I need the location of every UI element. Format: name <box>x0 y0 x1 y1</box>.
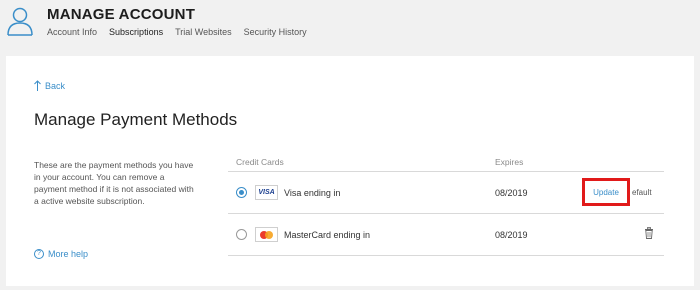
col-header-credit-cards: Credit Cards <box>236 157 284 167</box>
visa-icon: VISA <box>255 185 278 200</box>
question-circle-icon: ? <box>34 249 44 259</box>
table-row: VISA Visa ending in 08/2019 Update efaul… <box>228 172 664 214</box>
account-header: MANAGE ACCOUNT Account Info Subscription… <box>0 0 700 42</box>
table-header: Credit Cards Expires <box>228 152 664 172</box>
user-avatar-icon <box>7 7 33 36</box>
card-expires: 08/2019 <box>495 230 528 240</box>
trash-icon[interactable] <box>644 227 654 239</box>
description-text: These are the payment methods you have i… <box>34 160 194 206</box>
more-help-link[interactable]: ? More help <box>34 249 88 259</box>
back-label: Back <box>45 80 66 91</box>
mastercard-icon <box>255 227 278 242</box>
tab-trial-websites[interactable]: Trial Websites <box>175 27 232 37</box>
update-button[interactable]: Update <box>582 178 630 206</box>
default-label: efault <box>632 188 652 197</box>
page-title: Manage Payment Methods <box>34 110 238 129</box>
tab-security-history[interactable]: Security History <box>244 27 307 37</box>
visa-logo-text: VISA <box>258 189 275 196</box>
arrow-up-icon <box>34 80 41 91</box>
tab-subscriptions[interactable]: Subscriptions <box>109 27 163 37</box>
payment-methods-panel: Back Manage Payment Methods These are th… <box>6 56 694 286</box>
account-title: MANAGE ACCOUNT <box>47 6 196 23</box>
back-link[interactable]: Back <box>34 80 65 91</box>
payment-methods-table: Credit Cards Expires VISA Visa ending in… <box>228 152 664 256</box>
card-expires: 08/2019 <box>495 188 528 198</box>
card-label: MasterCard ending in <box>284 230 371 240</box>
payment-radio-mastercard[interactable] <box>236 229 247 240</box>
card-label: Visa ending in <box>284 188 341 198</box>
col-header-expires: Expires <box>495 157 524 167</box>
more-help-label: More help <box>48 249 89 259</box>
payment-radio-visa[interactable] <box>236 187 247 198</box>
tab-account-info[interactable]: Account Info <box>47 27 97 37</box>
table-row: MasterCard ending in 08/2019 <box>228 214 664 256</box>
mastercard-circle-orange <box>265 231 273 239</box>
account-nav: Account Info Subscriptions Trial Website… <box>47 27 319 37</box>
